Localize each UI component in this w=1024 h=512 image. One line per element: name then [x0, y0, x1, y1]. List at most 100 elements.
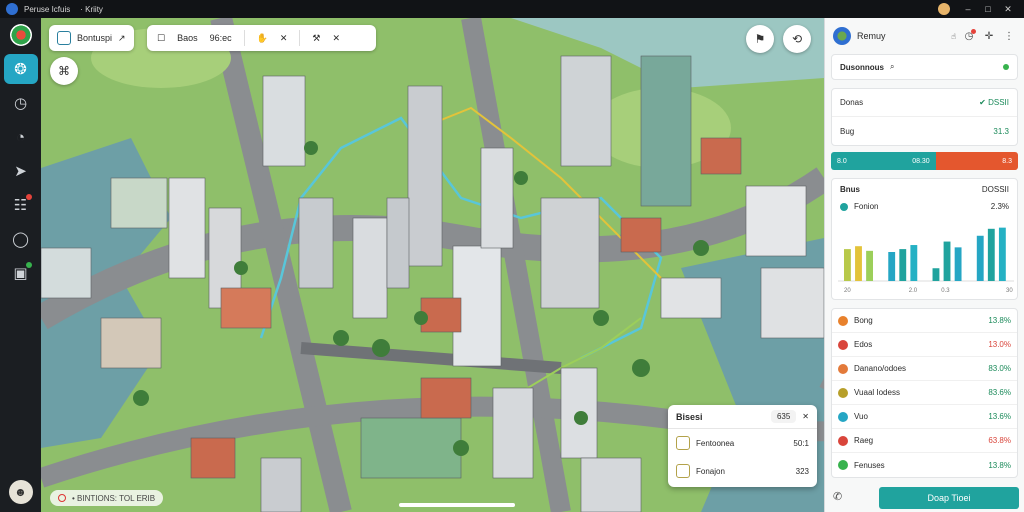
city-avatar[interactable]: [833, 27, 851, 45]
district-label: Raeg: [854, 436, 874, 445]
district-value: 63.8%: [988, 436, 1011, 445]
map-mode-toolbar[interactable]: Bontuspi ↗: [49, 25, 134, 51]
chart-bar: [932, 268, 940, 281]
gauge-icon: ◔: [15, 128, 26, 146]
popup-row[interactable]: Fonajon 323: [668, 457, 817, 485]
status-dot-icon: [1003, 64, 1009, 70]
map-scroll-handle[interactable]: [399, 503, 515, 507]
chart-bar: [899, 249, 907, 281]
chart-tick-label: 30: [1006, 288, 1013, 294]
user-icon: ☻: [14, 485, 27, 499]
layers-icon: ⚑: [754, 32, 766, 46]
window-subtitle: · Kriity: [80, 4, 103, 14]
popup-row-value: 323: [795, 466, 809, 476]
close-window-button[interactable]: ✕: [998, 4, 1018, 15]
expand-icon[interactable]: ↗: [118, 33, 126, 44]
map-mode-icon: [57, 31, 71, 45]
legend-dot-icon: [840, 202, 848, 211]
district-dot-icon: [838, 315, 848, 326]
panel-action-button[interactable]: Doap Tioei: [879, 487, 1019, 509]
user-avatar[interactable]: [938, 3, 950, 15]
view-icon[interactable]: ☐: [157, 33, 165, 44]
build-tool-icon[interactable]: ⚒: [312, 33, 320, 44]
rail-chat-button[interactable]: ◯: [4, 224, 38, 254]
chart-headline-value: DOSSII: [981, 185, 1009, 194]
popup-chip: 635: [770, 410, 797, 423]
chart-bar: [976, 235, 984, 281]
left-rail: ❂ ◷ ◔ ➤ ☷ ◯ ▣ ☻: [0, 18, 41, 512]
rail-gauge-button[interactable]: ◔: [4, 122, 38, 152]
district-value: 13.8%: [988, 460, 1011, 470]
route-button[interactable]: ⟲: [783, 25, 811, 53]
settings-icon[interactable]: ✆: [833, 490, 842, 503]
hand-tool-icon[interactable]: ✋: [257, 33, 268, 44]
popup-row-value: 50:1: [793, 438, 809, 448]
popup-close-button[interactable]: ✕: [802, 412, 809, 421]
rail-planet-button[interactable]: ❂: [3, 54, 38, 84]
district-dot-icon: [838, 435, 848, 446]
district-row[interactable]: Vuo 13.6%: [832, 405, 1017, 429]
stat-row: Donas ✔ DSSII: [832, 89, 1017, 117]
stat-key: Bug: [840, 126, 855, 136]
chart-bar: [844, 249, 851, 281]
district-value: 13.6%: [988, 412, 1011, 421]
rail-clipboard-button[interactable]: ☷: [4, 190, 38, 220]
chart-tick-label: 2.0: [909, 288, 918, 294]
history-icon[interactable]: ◷: [962, 28, 976, 42]
district-dot-icon: [838, 460, 848, 470]
route-icon: ⟲: [791, 32, 803, 46]
district-dot-icon: [838, 411, 848, 422]
more-icon[interactable]: ⋮: [1002, 31, 1016, 42]
popup-row-label: Fentoonea: [696, 438, 735, 448]
stat-value: ✔ DSSII: [979, 98, 1009, 107]
progress-mid-label: 08.30: [912, 157, 930, 165]
pin-icon[interactable]: ✛: [982, 31, 996, 42]
district-value: 83.0%: [988, 364, 1011, 373]
growth-chart-card: Bnus DOSSII Fonion 2.3% 20 2.0 0.3 30: [831, 178, 1018, 300]
popup-row[interactable]: Fentoonea 50:1: [668, 429, 817, 457]
chart-tick-label: 20: [844, 288, 851, 294]
district-row[interactable]: Fenuses 13.8%: [832, 453, 1017, 477]
locate-icon: ⌘: [58, 64, 70, 78]
cancel-tool-icon[interactable]: ✕: [332, 33, 340, 44]
progress-left-label: 8.0: [837, 157, 847, 165]
district-label: Danano/odoes: [854, 364, 907, 373]
app-logo-icon: [6, 3, 18, 15]
maximize-button[interactable]: □: [978, 4, 998, 14]
stat-value: 31.3: [993, 126, 1009, 136]
district-dot-icon: [838, 363, 848, 374]
pointer-icon: ☝: [951, 31, 956, 41]
clipboard-icon: ☷: [13, 197, 28, 214]
district-row[interactable]: Edos 13.0%: [832, 333, 1017, 357]
planet-icon: ❂: [14, 61, 27, 78]
district-dot-icon: [838, 339, 848, 350]
district-label: Vuaal Iodess: [854, 388, 900, 397]
district-label: Fenuses: [854, 460, 885, 470]
panel-search-field[interactable]: Dusonnous ⌕: [831, 54, 1018, 80]
legend-value: 2.3%: [990, 202, 1009, 211]
rail-message-button[interactable]: ▣: [4, 258, 38, 288]
district-row[interactable]: Vuaal Iodess 83.6%: [832, 381, 1017, 405]
district-dot-icon: [838, 387, 848, 398]
notification-badge: [25, 194, 32, 200]
chart-bar: [910, 245, 918, 281]
profile-button[interactable]: ☻: [8, 480, 33, 504]
bar-chart: 20 2.0 0.3 30: [838, 227, 1014, 294]
close-tool-icon[interactable]: ✕: [280, 33, 288, 44]
rail-clock-button[interactable]: ◷: [4, 88, 38, 118]
panel-title: Remuy: [857, 31, 886, 41]
locate-button[interactable]: ⌘: [50, 57, 78, 85]
district-label: Bong: [854, 316, 873, 325]
district-row[interactable]: Bong 13.8%: [832, 309, 1017, 333]
popup-row-label: Fonajon: [696, 466, 725, 476]
minimize-button[interactable]: –: [958, 4, 978, 14]
building-info-popup: Bisesi 635 ✕ Fentoonea 50:1 Fonajon 323: [668, 405, 817, 487]
game-logo-icon[interactable]: [9, 24, 32, 46]
layers-button[interactable]: ⚑: [746, 25, 774, 53]
district-row[interactable]: Danano/odoes 83.0%: [832, 357, 1017, 381]
district-label: Vuo: [854, 412, 868, 421]
chart-bar: [866, 250, 873, 281]
rail-send-button[interactable]: ➤: [4, 156, 38, 186]
chart-bar: [855, 246, 862, 281]
district-row[interactable]: Raeg 63.8%: [832, 429, 1017, 453]
